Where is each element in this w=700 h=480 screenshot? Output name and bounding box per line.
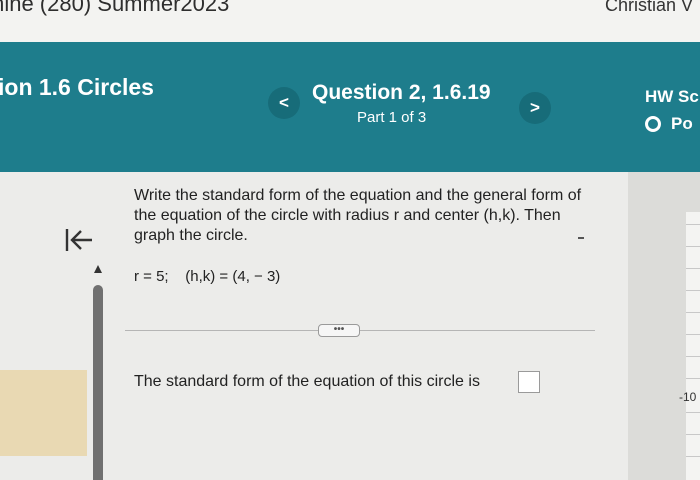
section-title: ion 1.6 Circles	[0, 74, 154, 100]
grid-line	[686, 246, 700, 247]
grid-line	[686, 334, 700, 335]
answer-prompt: The standard form of the equation of thi…	[134, 373, 480, 390]
collapse-left-icon[interactable]	[64, 227, 94, 253]
grid-line	[686, 356, 700, 357]
next-question-button[interactable]: >	[519, 92, 551, 124]
grid-line	[686, 268, 700, 269]
status-ring-icon	[645, 116, 661, 132]
divider	[125, 330, 595, 331]
grid-line	[686, 290, 700, 291]
points-label: Po	[671, 114, 693, 133]
grid-line	[686, 456, 700, 457]
grid-line	[686, 412, 700, 413]
graph-panel: -10	[628, 172, 700, 480]
course-title: mine (280) Summer2023	[0, 0, 230, 16]
axis-tick-label: -10	[679, 390, 697, 404]
grid-line	[686, 224, 700, 225]
question-part: Part 1 of 3	[357, 109, 427, 126]
highlight-block	[0, 370, 87, 456]
question-title: Question 2, 1.6.19	[312, 81, 491, 104]
answer-input[interactable]	[518, 371, 540, 393]
grid-line	[686, 434, 700, 435]
question-panel: Write the standard form of the equation …	[0, 172, 628, 480]
expand-button[interactable]: •••	[318, 324, 360, 337]
scroll-up-icon[interactable]	[93, 264, 103, 274]
assignment-header: ion 1.6 Circles < Question 2, 1.6.19 Par…	[0, 42, 700, 172]
user-name[interactable]: Christian V	[605, 0, 693, 16]
chevron-left-icon: <	[279, 93, 289, 112]
pencil-mark	[578, 237, 584, 239]
top-bar: mine (280) Summer2023 Christian V	[0, 0, 700, 42]
grid-line	[686, 312, 700, 313]
hw-score-label: HW Sc	[645, 87, 699, 106]
scrollbar[interactable]	[93, 285, 103, 480]
graph-area[interactable]	[686, 212, 700, 480]
previous-question-button[interactable]: <	[268, 87, 300, 119]
given-values: r = 5; (h,k) = (4, − 3)	[134, 268, 281, 285]
points-indicator: Po	[645, 114, 693, 134]
question-prompt: Write the standard form of the equation …	[134, 187, 582, 244]
chevron-right-icon: >	[530, 98, 540, 117]
grid-line	[686, 378, 700, 379]
